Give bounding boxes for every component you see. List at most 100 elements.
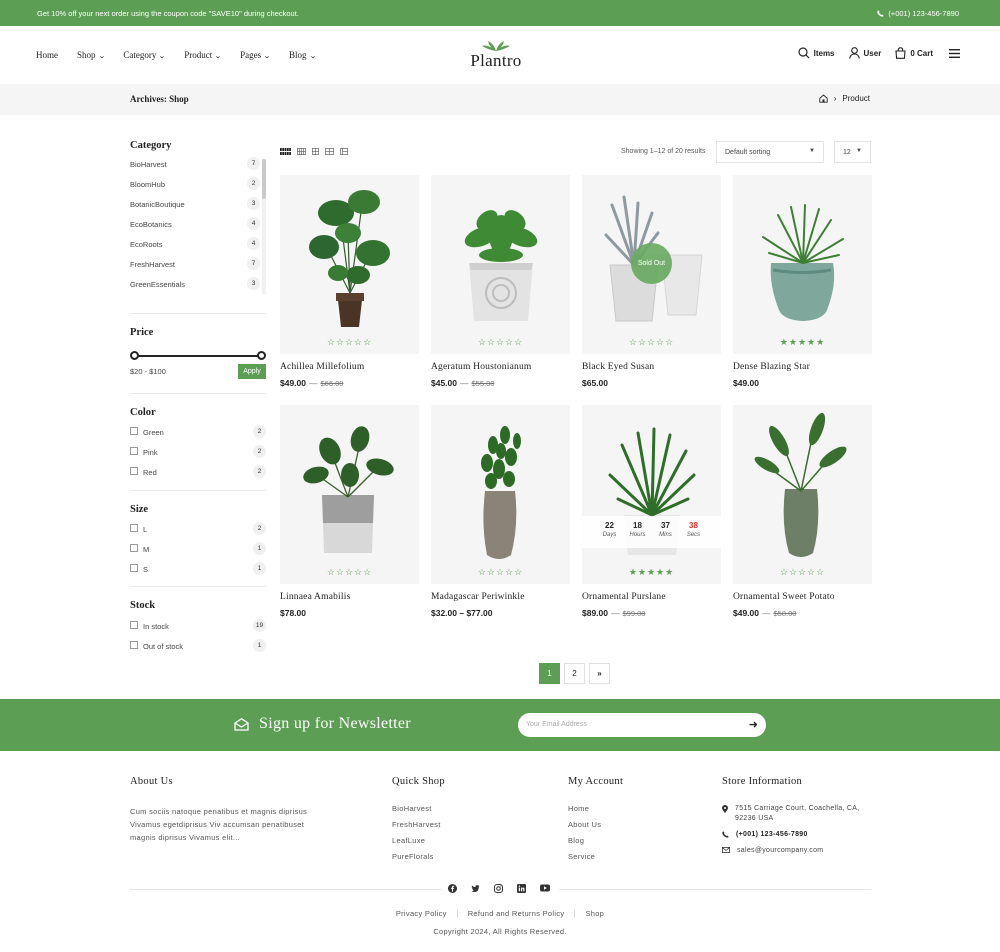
footer-link[interactable]: PureFlorals [392, 852, 445, 868]
stock-filter-in[interactable]: In stock 19 [130, 619, 266, 642]
checkbox[interactable] [130, 447, 138, 455]
product-image[interactable]: ☆☆☆☆☆ [733, 405, 872, 584]
product-name[interactable]: Achillea Millefolium [280, 362, 419, 372]
per-page-select[interactable]: 12 ▼ [834, 141, 871, 163]
slider-max-handle[interactable] [257, 351, 266, 360]
footer-link[interactable]: BioHarvest [392, 804, 445, 820]
size-filter-l[interactable]: L2 [130, 522, 266, 545]
product-name[interactable]: Madagascar Periwinkle [431, 592, 570, 602]
product-name[interactable]: Black Eyed Susan [582, 362, 721, 372]
store-phone[interactable]: (+001) 123-456-7890 [722, 830, 872, 840]
topbar-phone[interactable]: (+001) 123-456-7890 [877, 9, 959, 18]
category-item[interactable]: BotanicBoutique 3 [130, 197, 260, 220]
checkbox[interactable] [130, 467, 138, 475]
cart-button[interactable]: 0 Cart [895, 47, 933, 59]
checkbox[interactable] [130, 621, 138, 629]
apply-price-button[interactable]: Apply [238, 364, 266, 379]
youtube-icon[interactable] [540, 884, 550, 892]
footer-link[interactable]: LeafLuxe [392, 836, 445, 852]
grid-2-view-icon[interactable] [325, 148, 334, 155]
grid-4-view-icon[interactable] [297, 148, 306, 155]
footer-link[interactable]: FreshHarvest [392, 820, 445, 836]
site-logo[interactable]: Plantro [463, 40, 529, 69]
nav-shop[interactable]: Shop ⌄ [77, 50, 105, 60]
search-button[interactable]: Items [798, 47, 835, 59]
price-range-slider[interactable] [130, 351, 266, 361]
page-2-button[interactable]: 2 [564, 663, 585, 684]
product-image[interactable]: ☆☆☆☆☆ [431, 175, 570, 354]
category-item[interactable]: BioHarvest 7 [130, 157, 260, 180]
sort-select[interactable]: Default sorting ▼ [716, 141, 824, 163]
facebook-icon[interactable] [448, 884, 457, 893]
menu-button[interactable] [949, 48, 964, 58]
color-filter-green[interactable]: Green 2 [130, 425, 266, 448]
newsletter-email-input[interactable]: Your Email Address ➜ [518, 713, 766, 737]
footer-link[interactable]: Blog [568, 836, 623, 852]
category-item[interactable]: BloomHub 2 [130, 177, 260, 200]
size-filter-s[interactable]: S1 [130, 562, 266, 585]
footer-link[interactable]: Home [568, 804, 623, 820]
category-item[interactable]: EcoRoots 4 [130, 237, 260, 260]
product-card[interactable]: ☆☆☆☆☆ Madagascar Periwinkle $32.00 – $77… [431, 405, 570, 618]
size-filter-m[interactable]: M1 [130, 542, 266, 565]
nav-pages[interactable]: Pages ⌄ [240, 50, 271, 60]
color-filter-pink[interactable]: Pink 2 [130, 445, 266, 468]
category-item[interactable]: FreshHarvest 7 [130, 257, 260, 280]
shop-link[interactable]: Shop [575, 909, 614, 918]
footer-link[interactable]: About Us [568, 820, 623, 836]
store-address-text: 7515 Carriage Court, Coachella, CA, 9223… [735, 805, 860, 822]
product-card[interactable]: ☆☆☆☆☆ Achillea Millefolium $49.00— $66.00 [280, 175, 419, 388]
product-card[interactable]: 22 Days 18 Hours 37 Mins 38 Secs ★★★★★ Ornam… [582, 405, 721, 618]
color-filter-red[interactable]: Red 2 [130, 465, 266, 488]
list-view-icon[interactable] [340, 148, 348, 155]
product-card[interactable]: Sold Out ☆☆☆☆☆ Black Eyed Susan $65.00 [582, 175, 721, 388]
user-button[interactable]: User [848, 47, 881, 59]
product-name[interactable]: Dense Blazing Star [733, 362, 872, 372]
product-image[interactable]: ★★★★★ [733, 175, 872, 354]
category-item[interactable]: EcoBotanics 4 [130, 217, 260, 240]
checkbox[interactable] [130, 641, 138, 649]
product-image[interactable]: ☆☆☆☆☆ [280, 405, 419, 584]
next-page-button[interactable]: » [589, 663, 610, 684]
category-item[interactable]: GreenEssentials 3 [130, 277, 260, 300]
arrow-right-icon[interactable]: ➜ [749, 718, 758, 731]
refund-policy-link[interactable]: Refund and Returns Policy [458, 909, 576, 918]
page-1-button[interactable]: 1 [539, 663, 560, 684]
home-icon[interactable] [819, 94, 828, 103]
product-card[interactable]: ★★★★★ Dense Blazing Star $49.00 [733, 175, 872, 388]
grid-3-view-icon[interactable] [312, 148, 319, 155]
checkbox[interactable] [130, 524, 138, 532]
twitter-icon[interactable] [471, 884, 480, 893]
footer-link[interactable]: Service [568, 852, 623, 868]
potted-plant-image [464, 210, 538, 321]
instagram-icon[interactable] [494, 884, 503, 893]
rating-stars: ☆☆☆☆☆ [779, 567, 826, 577]
product-name[interactable]: Ornamental Purslane [582, 592, 721, 602]
privacy-policy-link[interactable]: Privacy Policy [386, 909, 458, 918]
grid-5-view-icon[interactable] [280, 148, 291, 155]
product-image[interactable]: 22 Days 18 Hours 37 Mins 38 Secs ★★★★★ [582, 405, 721, 584]
category-scrollbar[interactable] [262, 159, 266, 294]
nav-home[interactable]: Home [36, 50, 58, 60]
category-name: EcoBotanics [130, 220, 172, 229]
product-name[interactable]: Ageratum Houstonianum [431, 362, 570, 372]
checkbox[interactable] [130, 427, 138, 435]
scrollbar-thumb[interactable] [262, 159, 266, 199]
product-card[interactable]: ☆☆☆☆☆ Ageratum Houstonianum $45.00— $55.0… [431, 175, 570, 388]
product-card[interactable]: ☆☆☆☆☆ Linnaea Amabilis $78.00 [280, 405, 419, 618]
slider-min-handle[interactable] [130, 351, 139, 360]
linkedin-icon[interactable] [517, 884, 526, 893]
checkbox[interactable] [130, 564, 138, 572]
product-name[interactable]: Linnaea Amabilis [280, 592, 419, 602]
nav-category[interactable]: Category ⌄ [123, 50, 166, 60]
product-image[interactable]: ☆☆☆☆☆ [431, 405, 570, 584]
stock-filter-out[interactable]: Out of stock 1 [130, 639, 266, 662]
nav-blog[interactable]: Blog ⌄ [289, 50, 316, 60]
product-image[interactable]: ☆☆☆☆☆ [280, 175, 419, 354]
nav-product[interactable]: Product ⌄ [184, 50, 222, 60]
checkbox[interactable] [130, 544, 138, 552]
store-email[interactable]: sales@yourcompany.com [722, 846, 872, 856]
product-image[interactable]: Sold Out ☆☆☆☆☆ [582, 175, 721, 354]
product-card[interactable]: ☆☆☆☆☆ Ornamental Sweet Potato $49.00— $58… [733, 405, 872, 618]
product-name[interactable]: Ornamental Sweet Potato [733, 592, 872, 602]
